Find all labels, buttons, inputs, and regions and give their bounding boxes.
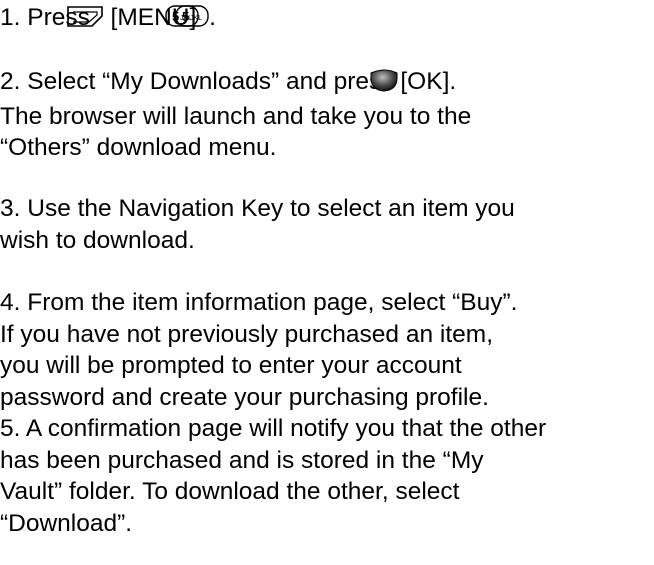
step-text: “Others” download menu. — [0, 134, 277, 161]
step-text: If you have not previously purchased an … — [0, 320, 494, 348]
step-text: A confirmation page will notify you that… — [25, 415, 547, 442]
key-letters: JKL — [190, 15, 202, 22]
step-text: Vault” folder. To download the other, se… — [0, 478, 460, 505]
step-4: 4. From the item information page, selec… — [0, 287, 654, 413]
key-number: 5 — [182, 9, 189, 24]
step-1: 1. Press [MENU] 5 JKL 5 JKL . — [0, 2, 654, 37]
menu-key-icon — [66, 4, 104, 37]
step-number: 4. — [0, 289, 21, 316]
step-number: 1. — [0, 4, 21, 31]
step-number: 3. — [0, 195, 21, 222]
ok-key-label: [OK]. — [400, 68, 457, 95]
step-number: 2. — [0, 68, 21, 95]
step-text: Select “My Downloads” and press — [27, 68, 394, 95]
step-text: has been purchased and is stored in the … — [0, 446, 484, 474]
step-text-end: . — [209, 4, 216, 31]
step-text: “Download”. — [0, 509, 133, 537]
step-text: Use the Navigation Key to select an item… — [27, 195, 515, 222]
step-text: The browser will launch and take you to … — [0, 102, 472, 130]
step-2: 2. Select “My Downloads” and press [OK].… — [0, 66, 654, 164]
step-number: 5. — [0, 415, 21, 442]
step-3: 3. Use the Navigation Key to select an i… — [0, 193, 654, 256]
step-text: you will be prompted to enter your accou… — [0, 352, 462, 379]
step-5: 5. A confirmation page will notify you t… — [0, 413, 654, 539]
step-text: password and create your purchasing prof… — [0, 383, 489, 411]
step-text: wish to download. — [0, 226, 195, 254]
step-text: From the item information page, select “… — [27, 289, 518, 316]
